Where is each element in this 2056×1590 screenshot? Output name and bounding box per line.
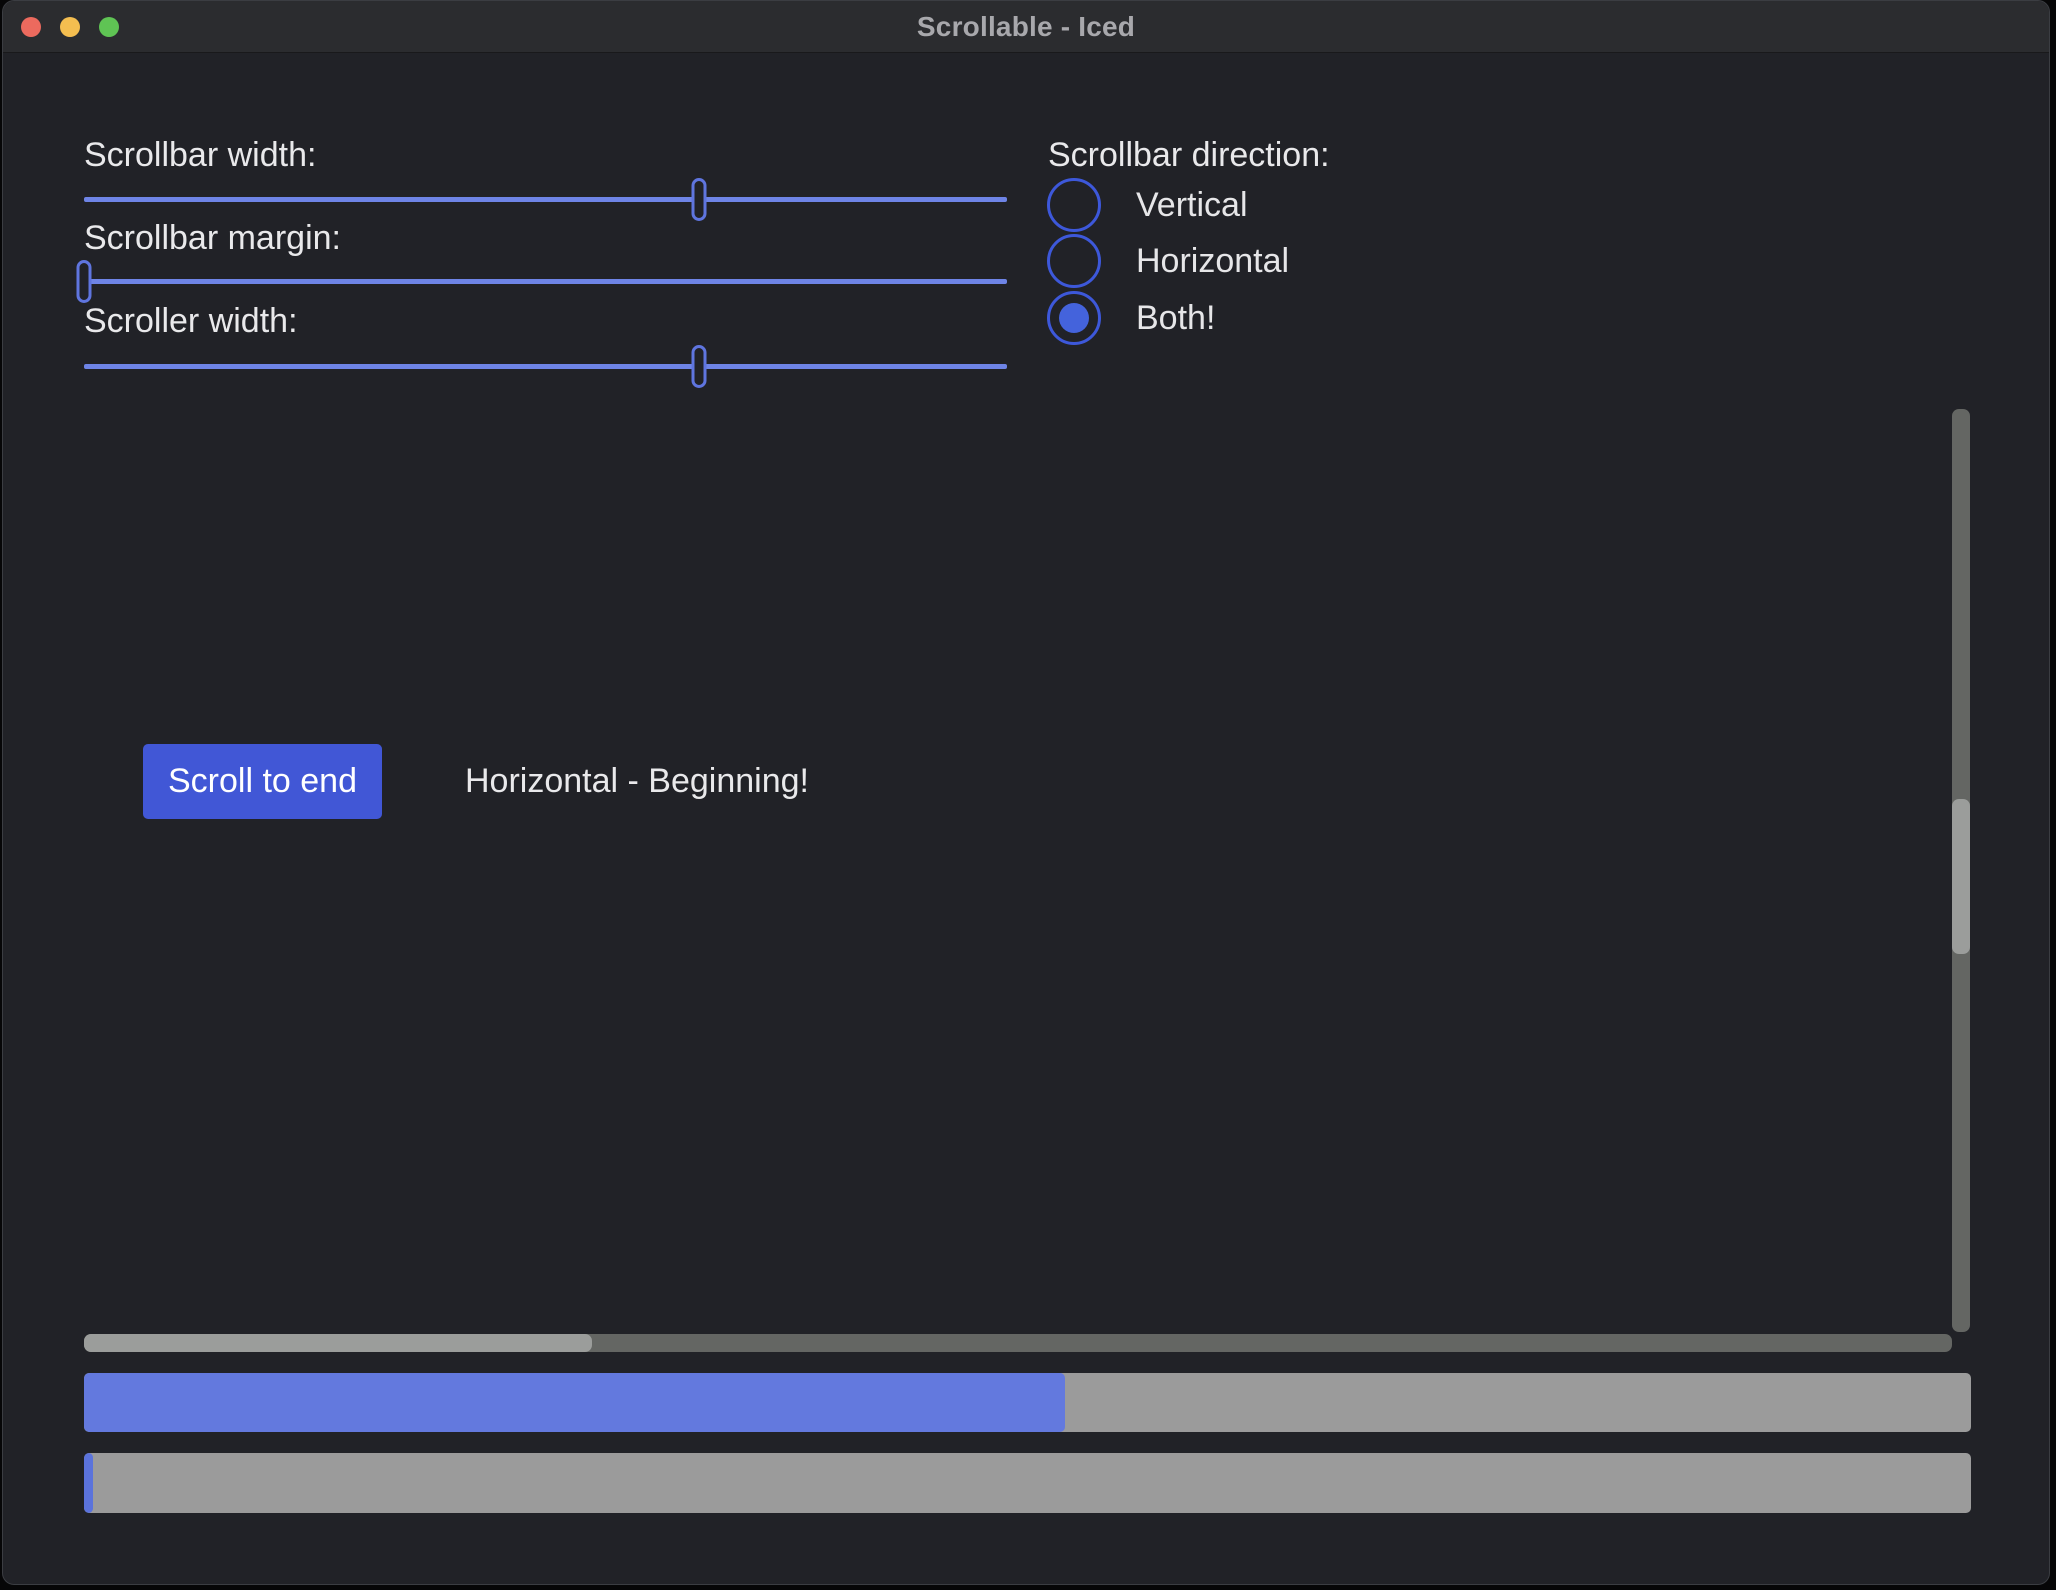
vertical-progress-bar: [84, 1373, 1971, 1432]
radio-option-both[interactable]: Both!: [1047, 291, 1447, 345]
slider-handle[interactable]: [77, 260, 92, 303]
slider-handle[interactable]: [691, 178, 706, 221]
radio-option-horizontal[interactable]: Horizontal: [1047, 234, 1447, 288]
radio-label: Vertical: [1136, 178, 1248, 232]
radio-dot-icon: [1059, 303, 1089, 333]
horizontal-progress-bar: [84, 1453, 1971, 1513]
vertical-scrollbar-rail[interactable]: [1952, 409, 1970, 1332]
scroller-width-label: Scroller width:: [84, 300, 298, 342]
horizontal-scrollbar-thumb[interactable]: [84, 1334, 592, 1352]
radio-option-vertical[interactable]: Vertical: [1047, 178, 1447, 232]
scroller-width-slider[interactable]: [84, 345, 1007, 388]
horizontal-progress-fill: [84, 1453, 93, 1513]
titlebar: Scrollable - Iced: [3, 1, 2049, 53]
slider-handle[interactable]: [691, 345, 706, 388]
slider-track[interactable]: [84, 197, 1007, 202]
vertical-scrollbar-thumb[interactable]: [1952, 799, 1970, 954]
app-window: Scrollable - Iced Scrollbar width: Scrol…: [2, 0, 2050, 1585]
radio-circle-icon[interactable]: [1047, 234, 1101, 288]
slider-track[interactable]: [84, 279, 1007, 284]
window-title: Scrollable - Iced: [3, 1, 2049, 52]
horizontal-scrollbar-rail[interactable]: [84, 1334, 1952, 1352]
vertical-progress-fill: [84, 1373, 1065, 1432]
radio-label: Both!: [1136, 291, 1215, 345]
scrollbar-direction-label: Scrollbar direction:: [1048, 134, 1330, 176]
slider-track[interactable]: [84, 364, 1007, 369]
radio-circle-icon[interactable]: [1047, 291, 1101, 345]
scroll-status-text: Horizontal - Beginning!: [465, 760, 809, 802]
scrollbar-width-slider[interactable]: [84, 178, 1007, 221]
radio-circle-icon[interactable]: [1047, 178, 1101, 232]
scroll-to-end-button[interactable]: Scroll to end: [143, 744, 382, 819]
radio-label: Horizontal: [1136, 234, 1289, 288]
scrollbar-margin-slider[interactable]: [84, 260, 1007, 303]
scrollbar-margin-label: Scrollbar margin:: [84, 217, 341, 259]
scrollbar-width-label: Scrollbar width:: [84, 134, 316, 176]
